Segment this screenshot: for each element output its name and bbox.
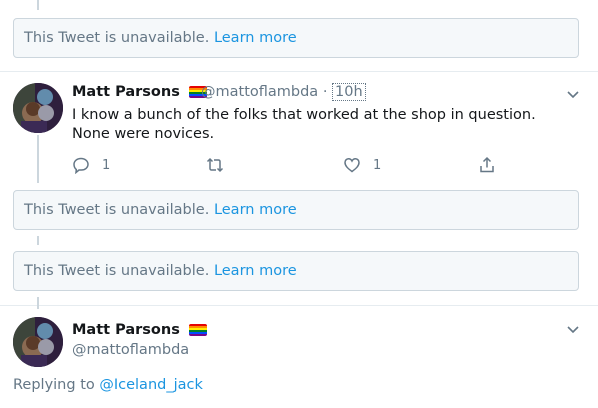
share-button[interactable] <box>478 155 496 175</box>
thread-line <box>37 297 39 309</box>
reply-button[interactable]: 1 <box>72 155 110 175</box>
author-name[interactable]: Matt Parsons <box>72 84 207 100</box>
avatar[interactable] <box>13 317 63 367</box>
retweet-icon <box>206 157 224 173</box>
replying-to-line: Replying to @Iceland_jack <box>13 377 203 393</box>
reply-icon <box>73 157 89 174</box>
unavailable-message: This Tweet is unavailable. <box>24 30 210 46</box>
retweet-button[interactable] <box>206 155 224 175</box>
divider <box>0 71 598 72</box>
avatar[interactable] <box>13 83 63 133</box>
tweet-text: I know a bunch of the folks that worked … <box>72 107 536 142</box>
learn-more-link[interactable]: Learn more <box>214 263 297 279</box>
author-name[interactable]: Matt Parsons <box>72 322 207 338</box>
chevron-down-icon[interactable] <box>566 322 580 336</box>
replying-to-label: Replying to <box>13 377 95 393</box>
author-handle[interactable]: @mattoflambda <box>72 342 189 358</box>
unavailable-tweet-card: This Tweet is unavailable. Learn more <box>13 190 579 230</box>
unavailable-message: This Tweet is unavailable. <box>24 202 210 218</box>
author-handle-line: @mattoflambda · 10h <box>201 83 366 101</box>
like-count: 1 <box>373 157 382 173</box>
replying-to-user-link[interactable]: @Iceland_jack <box>99 377 203 393</box>
heart-icon <box>344 158 360 173</box>
divider <box>0 305 598 306</box>
share-icon <box>480 156 494 173</box>
unavailable-message: This Tweet is unavailable. <box>24 263 210 279</box>
like-button[interactable]: 1 <box>343 155 381 175</box>
learn-more-link[interactable]: Learn more <box>214 30 297 46</box>
unavailable-tweet-card: This Tweet is unavailable. Learn more <box>13 251 579 291</box>
thread-line <box>37 0 39 10</box>
author-handle[interactable]: @mattoflambda <box>201 84 318 100</box>
rainbow-flag-icon <box>188 324 207 336</box>
thread-line <box>37 135 39 183</box>
chevron-down-icon[interactable] <box>566 87 580 101</box>
avatar-image <box>13 83 63 133</box>
learn-more-link[interactable]: Learn more <box>214 202 297 218</box>
dot-separator: · <box>322 84 328 100</box>
reply-count: 1 <box>102 157 111 173</box>
avatar-image <box>13 317 63 367</box>
timestamp[interactable]: 10h <box>332 83 366 101</box>
thread-line <box>37 236 39 245</box>
unavailable-tweet-card: This Tweet is unavailable. Learn more <box>13 18 579 58</box>
